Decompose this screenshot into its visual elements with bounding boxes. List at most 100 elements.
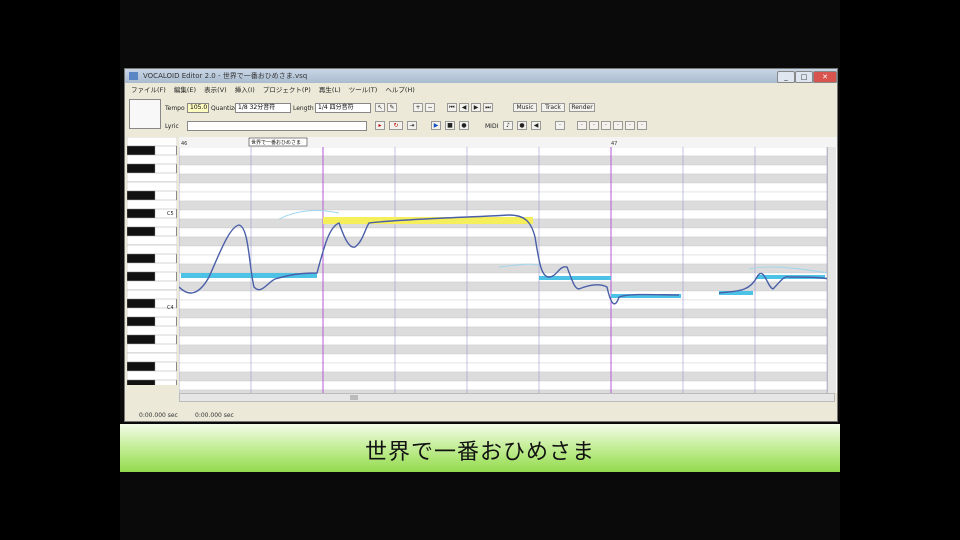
menu-tools[interactable]: ツール(T)	[349, 86, 378, 94]
tool-b-icon[interactable]: ·	[577, 121, 587, 130]
note-lane	[179, 191, 830, 202]
piano-white-key[interactable]	[126, 352, 178, 363]
note-lane	[179, 299, 830, 310]
note-lane	[179, 182, 830, 193]
close-button[interactable]: ✕	[813, 71, 837, 83]
piano-white-key[interactable]	[126, 199, 178, 210]
tool-f-icon[interactable]: ·	[625, 121, 635, 130]
piano-black-key[interactable]	[126, 361, 156, 372]
play-icon[interactable]: ▶	[431, 121, 441, 130]
piano-white-key[interactable]	[126, 172, 178, 183]
scroll-thumb[interactable]	[350, 395, 358, 400]
menu-edit[interactable]: 編集(E)	[174, 86, 196, 94]
piano-black-key[interactable]	[126, 190, 156, 201]
tempo-input[interactable]: 105.0	[187, 103, 209, 113]
tool-a-icon[interactable]: ·	[555, 121, 565, 130]
note-lane	[179, 236, 830, 247]
lyric-input[interactable]	[187, 121, 367, 131]
piano-white-key[interactable]	[126, 325, 178, 336]
piano-white-key[interactable]	[126, 262, 178, 273]
piano-white-key[interactable]	[126, 280, 178, 291]
loop-icon[interactable]: ↻	[389, 121, 403, 130]
stop-icon[interactable]: ■	[445, 121, 455, 130]
piano-white-key[interactable]	[126, 244, 178, 255]
tool-e-icon[interactable]: ·	[613, 121, 623, 130]
play-cursor-icon[interactable]: ▸	[375, 121, 385, 130]
tool-d-icon[interactable]: ·	[601, 121, 611, 130]
ruler-start: 46	[181, 141, 187, 147]
menu-file[interactable]: ファイル(F)	[131, 86, 166, 94]
piano-black-key[interactable]	[126, 145, 156, 156]
quantize-label: Quantize	[211, 105, 238, 112]
piano-black-key[interactable]	[126, 271, 156, 282]
pencil-tool-icon[interactable]: ✎	[387, 103, 397, 112]
note-lane	[179, 173, 830, 184]
scroll-icon[interactable]: ⇥	[407, 121, 417, 130]
menu-view[interactable]: 表示(V)	[204, 86, 227, 94]
piano-black-key[interactable]	[126, 379, 156, 390]
note-2[interactable]	[323, 217, 533, 224]
note-lane	[179, 317, 830, 328]
tool-g-icon[interactable]: ·	[637, 121, 647, 130]
render-button[interactable]: Render	[569, 103, 595, 112]
forward-end-icon[interactable]: ⏭	[483, 103, 493, 112]
piano-black-key[interactable]	[126, 208, 156, 219]
window-title: VOCALOID Editor 2.0 - 世界で一番おひめさま.vsq	[143, 72, 308, 80]
horizontal-scrollbar[interactable]	[179, 393, 835, 402]
note-lane	[179, 164, 830, 175]
piano-white-key[interactable]	[126, 343, 178, 354]
piano-black-key[interactable]	[126, 226, 156, 237]
forward-icon[interactable]: ▶	[471, 103, 481, 112]
status-left: 0:00.000 sec	[139, 412, 178, 419]
piano-black-key[interactable]	[126, 316, 156, 327]
maximize-button[interactable]: □	[795, 71, 813, 83]
status-mid: 0:00.000 sec	[195, 412, 234, 419]
track-button[interactable]: Track	[541, 103, 565, 112]
midi-back-icon[interactable]: ◀	[531, 121, 541, 130]
piano-black-key[interactable]	[126, 163, 156, 174]
piano-white-key[interactable]	[126, 136, 178, 147]
piano-white-key[interactable]	[126, 154, 178, 165]
midi-label: MIDI	[485, 123, 499, 130]
piano-keyboard[interactable]: C5 C4	[126, 136, 178, 390]
piano-white-key[interactable]	[126, 235, 178, 246]
piano-white-key[interactable]	[126, 370, 178, 381]
piano-black-key[interactable]	[126, 334, 156, 345]
minimize-button[interactable]: _	[777, 71, 795, 83]
piano-white-key[interactable]	[126, 217, 178, 228]
note-lane	[179, 326, 830, 337]
menu-bar: ファイル(F) 編集(E) 表示(V) 挿入(I) プロジェクト(P) 再生(L…	[125, 84, 837, 96]
midi-record-icon[interactable]: ●	[517, 121, 527, 130]
lyric-label: Lyric	[165, 123, 179, 130]
note-lane	[179, 344, 830, 355]
rewind-start-icon[interactable]: ⏮	[447, 103, 457, 112]
track-thumbnail	[129, 99, 161, 129]
c4-label: C4	[167, 305, 174, 311]
pointer-tool-icon[interactable]: ↖	[375, 103, 385, 112]
menu-play[interactable]: 再生(L)	[319, 86, 341, 94]
zoom-out-icon[interactable]: −	[425, 103, 435, 112]
note-grid[interactable]: 46 47 世界で一番おひめさま	[179, 137, 837, 393]
note-lane	[179, 263, 830, 274]
app-icon	[129, 72, 138, 80]
tool-c-icon[interactable]: ·	[589, 121, 599, 130]
rewind-icon[interactable]: ◀	[459, 103, 469, 112]
length-label: Length	[293, 105, 314, 112]
menu-help[interactable]: ヘルプ(H)	[385, 86, 414, 94]
vertical-scrollbar[interactable]	[827, 147, 836, 393]
piano-white-key[interactable]	[126, 181, 178, 192]
piano-black-key[interactable]	[126, 253, 156, 264]
c5-label: C5	[167, 211, 174, 217]
piano-white-key[interactable]	[126, 289, 178, 300]
menu-insert[interactable]: 挿入(I)	[235, 86, 255, 94]
quantize-select[interactable]: 1/8 32分音符	[235, 103, 291, 113]
piano-black-key[interactable]	[126, 298, 156, 309]
zoom-in-icon[interactable]: +	[413, 103, 423, 112]
menu-project[interactable]: プロジェクト(P)	[263, 86, 311, 94]
music-button[interactable]: Music	[513, 103, 537, 112]
note-lane	[179, 254, 830, 265]
record-icon[interactable]: ●	[459, 121, 469, 130]
midi-step-icon[interactable]: ♪	[503, 121, 513, 130]
note-lane	[179, 227, 830, 238]
length-select[interactable]: 1/4 四分音符	[315, 103, 371, 113]
